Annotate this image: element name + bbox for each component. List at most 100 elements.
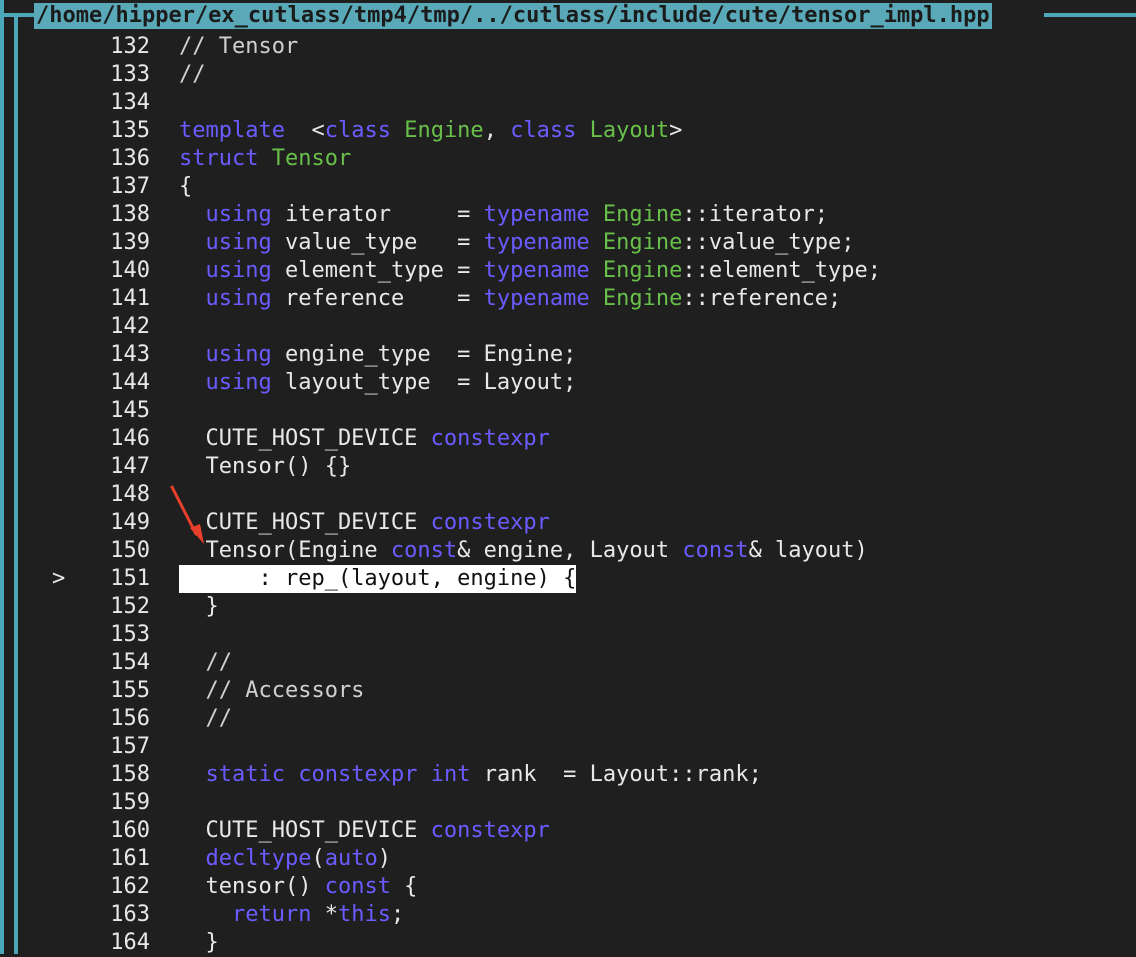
line-number: 153 — [110, 622, 150, 647]
line-source: : rep_(layout, engine) { — [179, 565, 577, 593]
code-line[interactable]: 146 CUTE_HOST_DEVICE constexpr — [0, 425, 1136, 453]
code-token: : rep_(layout, engine) { — [179, 566, 577, 591]
code-token: reference = — [271, 286, 484, 311]
source-window: /home/hipper/ex_cutlass/tmp4/tmp/../cutl… — [0, 0, 1136, 957]
code-token: auto — [324, 846, 378, 871]
code-line[interactable]: 132 // Tensor — [0, 33, 1136, 61]
title-border-left — [4, 13, 34, 17]
line-number: 147 — [110, 454, 150, 479]
line-number: 132 — [110, 34, 150, 59]
line-source: CUTE_HOST_DEVICE constexpr — [179, 509, 549, 537]
line-number: 145 — [110, 398, 150, 423]
code-token: typename — [483, 202, 590, 227]
title-border-corner — [14, 13, 18, 28]
code-line-current[interactable]: >151 : rep_(layout, engine) { — [0, 565, 1136, 593]
line-number: 161 — [110, 846, 150, 871]
code-line[interactable]: 135 template <class Engine, class Layout> — [0, 117, 1136, 145]
code-token: CUTE_HOST_DEVICE — [179, 510, 431, 535]
code-line[interactable]: 155 // Accessors — [0, 677, 1136, 705]
code-line[interactable]: 159 — [0, 789, 1136, 817]
line-source: using layout_type = Layout; — [179, 369, 577, 397]
code-token: // Accessors — [179, 678, 365, 703]
line-number: 163 — [110, 902, 150, 927]
code-token: class — [510, 118, 577, 143]
code-line[interactable]: 136 struct Tensor — [0, 145, 1136, 173]
code-token: struct — [179, 146, 259, 171]
line-number: 155 — [110, 678, 150, 703]
code-token: Engine — [404, 118, 484, 143]
code-line[interactable]: 156 // — [0, 705, 1136, 733]
code-token: class — [324, 118, 391, 143]
code-token: Tensor — [271, 146, 352, 171]
line-number: 157 — [110, 734, 150, 759]
code-line[interactable]: 147 Tensor() {} — [0, 453, 1136, 481]
line-number: 151 — [110, 566, 150, 591]
code-line[interactable]: 152 } — [0, 593, 1136, 621]
code-line[interactable]: 141 using reference = typename Engine::r… — [0, 285, 1136, 313]
code-token: template — [179, 118, 285, 143]
code-line[interactable]: 157 — [0, 733, 1136, 761]
line-number: 152 — [110, 594, 150, 619]
code-line[interactable]: 134 — [0, 89, 1136, 117]
code-line[interactable]: 144 using layout_type = Layout; — [0, 369, 1136, 397]
code-line[interactable]: 139 using value_type = typename Engine::… — [0, 229, 1136, 257]
code-token: return — [231, 902, 312, 927]
code-token: , — [483, 118, 511, 143]
line-number: 154 — [110, 650, 150, 675]
code-token: decltype — [205, 846, 312, 871]
code-token: Engine — [602, 286, 683, 311]
code-token: static — [205, 762, 285, 787]
code-line[interactable]: 164 } — [0, 929, 1136, 957]
line-number: 162 — [110, 874, 150, 899]
line-number: 164 — [110, 930, 150, 955]
code-line[interactable]: 158 static constexpr int rank = Layout::… — [0, 761, 1136, 789]
code-line[interactable]: 160 CUTE_HOST_DEVICE constexpr — [0, 817, 1136, 845]
code-token: using — [205, 342, 272, 367]
line-number: 138 — [110, 202, 150, 227]
line-number: 143 — [110, 342, 150, 367]
line-number: 156 — [110, 706, 150, 731]
code-token: typename — [483, 286, 590, 311]
code-token: constexpr — [298, 762, 418, 787]
line-source: } — [179, 929, 219, 957]
code-token: CUTE_HOST_DEVICE — [179, 818, 431, 843]
line-source: // Accessors — [179, 677, 364, 705]
code-line[interactable]: 153 — [0, 621, 1136, 649]
code-token: Engine — [602, 230, 683, 255]
code-line[interactable]: 137 { — [0, 173, 1136, 201]
code-token: } — [179, 930, 219, 955]
code-line[interactable]: 161 decltype(auto) — [0, 845, 1136, 873]
file-path-title: /home/hipper/ex_cutlass/tmp4/tmp/../cutl… — [34, 3, 992, 29]
code-token: * — [311, 902, 338, 927]
line-source: // — [179, 649, 232, 677]
code-token: constexpr — [430, 426, 550, 451]
line-source: // Tensor — [179, 33, 298, 61]
code-line[interactable]: 142 — [0, 313, 1136, 341]
code-line[interactable]: 154 // — [0, 649, 1136, 677]
code-line[interactable]: 163 return *this; — [0, 901, 1136, 929]
code-line[interactable]: 138 using iterator = typename Engine::it… — [0, 201, 1136, 229]
line-source: { — [179, 173, 192, 201]
code-token: int — [430, 762, 471, 787]
line-source: using reference = typename Engine::refer… — [179, 285, 842, 313]
code-token: ::iterator; — [682, 202, 829, 227]
line-source: CUTE_HOST_DEVICE constexpr — [179, 425, 550, 453]
line-number: 135 — [110, 118, 150, 143]
line-source: } — [179, 593, 218, 621]
code-token: ( — [311, 846, 325, 871]
code-line[interactable]: 143 using engine_type = Engine; — [0, 341, 1136, 369]
code-line[interactable]: 162 tensor() const { — [0, 873, 1136, 901]
code-line[interactable]: 133 // — [0, 61, 1136, 89]
line-source: static constexpr int rank = Layout::rank… — [179, 761, 762, 789]
line-number: 146 — [110, 426, 150, 451]
line-number: 148 — [110, 482, 150, 507]
code-line[interactable]: 145 — [0, 397, 1136, 425]
code-line[interactable]: 140 using element_type = typename Engine… — [0, 257, 1136, 285]
